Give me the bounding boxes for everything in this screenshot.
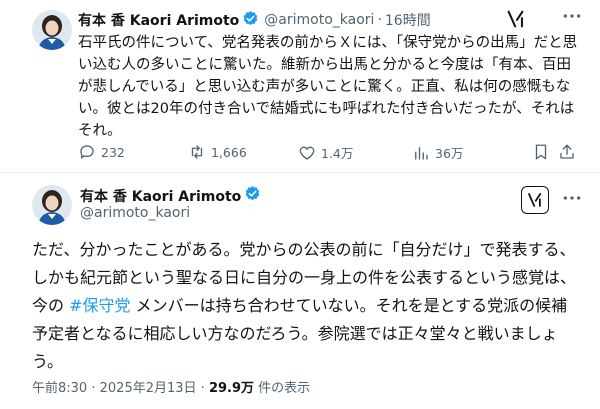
- bookmark-icon: [535, 144, 547, 160]
- retweet-button[interactable]: 1,666: [188, 143, 247, 161]
- tweet-header: 有本 香 Kaori Arimoto @arimoto_kaori · 16時間: [78, 10, 431, 30]
- views-label: 件の表示: [258, 381, 311, 396]
- avatar-image: [32, 185, 72, 225]
- more-icon[interactable]: [560, 190, 584, 210]
- like-count: 1.4万: [321, 146, 354, 161]
- share-icon: [560, 144, 574, 159]
- grok-icon[interactable]: [505, 8, 527, 30]
- tweet-actions: 232 1,666 1.4万 36万: [78, 143, 578, 165]
- separator: ·: [91, 381, 96, 396]
- views-count: 29.9万: [208, 381, 255, 396]
- hashtag-link[interactable]: #保守党: [69, 296, 130, 315]
- retweet-icon: [191, 145, 203, 159]
- tweet-meta: 午前8:30 · 2025年2月13日 · 29.9万 件の表示: [32, 377, 310, 396]
- display-name[interactable]: 有本 香 Kaori Arimoto: [78, 10, 239, 30]
- verified-badge-icon: [244, 185, 261, 206]
- tweet-text: 石平氏の件について、党名発表の前からＸには、「保守党からの出馬」だと思い込む人の…: [78, 35, 578, 139]
- timestamp[interactable]: 16時間: [385, 10, 431, 30]
- avatar[interactable]: [32, 10, 72, 50]
- like-icon: [299, 146, 315, 160]
- bookmark-button[interactable]: [532, 143, 555, 161]
- display-name[interactable]: 有本 香 Kaori Arimoto: [80, 186, 241, 206]
- tweet-header: 有本 香 Kaori Arimoto: [80, 185, 261, 206]
- divider: [0, 172, 600, 173]
- reply-button[interactable]: 232: [78, 143, 125, 161]
- views-icon: [415, 146, 428, 160]
- avatar-image: [32, 10, 72, 50]
- views-count: 36万: [435, 146, 464, 161]
- separator: ·: [200, 381, 205, 396]
- handle[interactable]: @arimoto_kaori: [264, 12, 374, 28]
- handle[interactable]: @arimoto_kaori: [80, 205, 190, 221]
- more-icon[interactable]: [560, 8, 584, 28]
- post-time[interactable]: 午前8:30: [32, 381, 87, 396]
- views-button[interactable]: 36万: [412, 143, 463, 162]
- avatar[interactable]: [32, 185, 72, 225]
- verified-badge-icon: [242, 10, 259, 31]
- separator: ·: [377, 12, 382, 28]
- reply-count: 232: [101, 144, 125, 160]
- share-button[interactable]: [558, 143, 581, 161]
- like-button[interactable]: 1.4万: [298, 143, 353, 162]
- reply-icon: [80, 145, 94, 159]
- retweet-count: 1,666: [211, 144, 247, 160]
- tweet-text: ただ、分かったことがある。党からの公表の前に「自分だけ」で発表する、しかも紀元節…: [32, 236, 577, 376]
- post-date[interactable]: 2025年2月13日: [100, 381, 197, 396]
- grok-icon[interactable]: [521, 186, 549, 214]
